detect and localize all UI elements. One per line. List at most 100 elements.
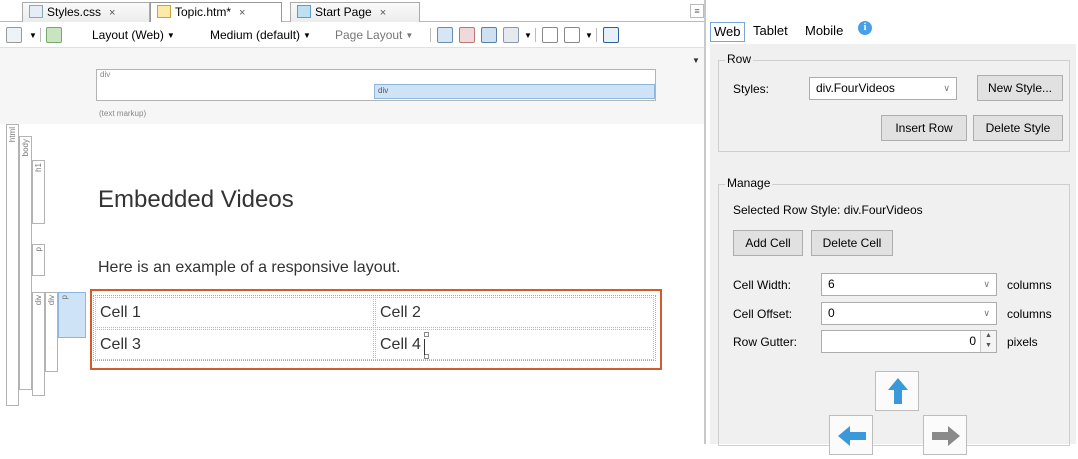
cell-offset-value: 0 bbox=[828, 306, 835, 320]
tag-bar-body[interactable]: body bbox=[19, 136, 32, 390]
tag-bar-h1[interactable]: h1 bbox=[32, 160, 45, 224]
manage-group-title: Manage bbox=[725, 176, 773, 190]
text-box-icon[interactable] bbox=[542, 27, 558, 43]
cell-offset-unit: columns bbox=[1007, 307, 1052, 321]
preview-icon[interactable] bbox=[6, 27, 22, 43]
structure-bar-outer-div[interactable]: div div bbox=[96, 69, 656, 101]
tag-bar-p-selected[interactable]: p bbox=[58, 292, 86, 338]
toolbar-separator bbox=[596, 28, 597, 42]
spinner-buttons[interactable]: ▲ ▼ bbox=[980, 331, 996, 352]
arrow-right-icon bbox=[932, 426, 960, 446]
selected-row-style-text: Selected Row Style: div.FourVideos bbox=[733, 203, 923, 217]
cell-offset-select[interactable]: 0 ∨ bbox=[821, 302, 997, 325]
close-icon[interactable]: × bbox=[109, 7, 115, 19]
medium-dropdown-label: Medium (default) bbox=[210, 28, 301, 42]
move-cell-right-button[interactable] bbox=[923, 415, 967, 455]
manage-group: Manage Selected Row Style: div.FourVideo… bbox=[718, 176, 1070, 455]
tab-list-menu-icon[interactable]: ≡ bbox=[690, 4, 704, 18]
tab-start-page[interactable]: Start Page × bbox=[290, 2, 420, 22]
chevron-down-icon: ∨ bbox=[983, 308, 990, 318]
row-gutter-unit: pixels bbox=[1007, 335, 1038, 349]
show-markers-icon[interactable] bbox=[481, 27, 497, 43]
show-dropdown-arrow[interactable]: ▼ bbox=[521, 27, 532, 44]
layout-dropdown-label: Layout (Web) bbox=[92, 28, 164, 42]
layout-cell[interactable]: Cell 1 bbox=[95, 297, 374, 328]
spin-up-icon[interactable]: ▲ bbox=[981, 331, 996, 341]
info-icon[interactable]: i bbox=[858, 21, 872, 35]
layout-cell[interactable]: Cell 4 bbox=[375, 329, 654, 360]
new-style-button[interactable]: New Style... bbox=[977, 75, 1063, 101]
tag-bar-label: body bbox=[21, 139, 30, 157]
toolbar-separator bbox=[40, 28, 41, 42]
tag-bar-div-inner[interactable]: div bbox=[45, 292, 58, 372]
spin-down-icon[interactable]: ▼ bbox=[981, 341, 996, 351]
info-panel-icon[interactable] bbox=[603, 27, 619, 43]
structure-bar-label: div bbox=[100, 70, 111, 79]
page-layout-dropdown[interactable]: Page Layout ▼ bbox=[335, 27, 413, 44]
layout-dropdown[interactable]: Layout (Web) ▼ bbox=[92, 27, 175, 44]
move-cell-up-button[interactable] bbox=[875, 371, 919, 411]
layout-cell[interactable]: Cell 2 bbox=[375, 297, 654, 328]
tab-web[interactable]: Web bbox=[710, 22, 745, 42]
styles-select[interactable]: div.FourVideos ∨ bbox=[809, 77, 957, 100]
responsive-row[interactable]: Cell 1 Cell 2 Cell 3 Cell 4 bbox=[93, 295, 656, 361]
editor-pane: Styles.css × Topic.htm* × Start Page × ≡ ▼ … bbox=[0, 0, 706, 444]
tag-bar-label: p bbox=[34, 247, 43, 252]
chevron-down-icon: ∨ bbox=[983, 279, 990, 289]
close-icon[interactable]: × bbox=[239, 7, 245, 19]
delete-style-button[interactable]: Delete Style bbox=[973, 115, 1063, 141]
paragraph-text[interactable]: Here is an example of a responsive layou… bbox=[98, 259, 400, 277]
tag-bar-label: p bbox=[60, 295, 69, 300]
row-gutter-value: 0 bbox=[969, 334, 976, 348]
text-markup-label: (text markup) bbox=[99, 109, 147, 118]
start-page-icon bbox=[297, 5, 311, 18]
tag-bar-p[interactable]: p bbox=[32, 244, 45, 276]
row-group-title: Row bbox=[725, 52, 754, 66]
page-layout-label: Page Layout bbox=[335, 28, 403, 42]
medium-dropdown[interactable]: Medium (default) ▼ bbox=[210, 27, 311, 44]
cell-width-select[interactable]: 6 ∨ bbox=[821, 273, 997, 296]
tab-label: Styles.css bbox=[47, 5, 102, 19]
delete-cell-button[interactable]: Delete Cell bbox=[811, 230, 893, 256]
cell-width-unit: columns bbox=[1007, 278, 1052, 292]
add-cell-button[interactable]: Add Cell bbox=[733, 230, 803, 256]
text-cursor bbox=[424, 339, 425, 355]
layout-cell[interactable]: Cell 3 bbox=[95, 329, 374, 360]
tag-bar-label: h1 bbox=[34, 163, 43, 172]
preview-dropdown-arrow[interactable]: ▼ bbox=[26, 27, 37, 44]
cell-offset-label: Cell Offset: bbox=[733, 307, 793, 321]
show-blocks-icon[interactable] bbox=[459, 27, 475, 43]
tab-tablet[interactable]: Tablet bbox=[750, 22, 791, 42]
html-file-icon bbox=[157, 5, 171, 18]
overflow-arrow-icon[interactable]: ▼ bbox=[692, 56, 700, 65]
row-group: Row Styles: div.FourVideos ∨ New Style..… bbox=[718, 52, 1070, 152]
tag-bar-div-outer[interactable]: div bbox=[32, 292, 45, 396]
stamp-icon[interactable] bbox=[46, 27, 62, 43]
insert-dropdown-arrow[interactable]: ▼ bbox=[582, 27, 593, 44]
tab-label: Topic.htm* bbox=[175, 5, 232, 19]
structure-bar-inner-div[interactable]: div bbox=[374, 84, 655, 99]
close-icon[interactable]: × bbox=[380, 7, 386, 19]
move-cell-left-button[interactable] bbox=[829, 415, 873, 455]
cell-width-value: 6 bbox=[828, 277, 835, 291]
tag-bar-html[interactable]: html bbox=[6, 124, 19, 406]
show-tags-icon[interactable] bbox=[437, 27, 453, 43]
resize-handle[interactable] bbox=[424, 332, 429, 337]
tab-mobile[interactable]: Mobile bbox=[802, 22, 846, 42]
editor-toolbar: ▼ Layout (Web) ▼ Medium (default) ▼ Page L… bbox=[0, 22, 706, 48]
arrow-up-icon bbox=[888, 378, 908, 404]
page-heading[interactable]: Embedded Videos bbox=[98, 186, 294, 214]
styles-label: Styles: bbox=[733, 82, 770, 96]
structure-bar-label: div bbox=[378, 86, 389, 95]
tab-label: Start Page bbox=[315, 5, 372, 19]
row-gutter-spinner[interactable]: 0 ▲ ▼ bbox=[821, 330, 997, 353]
insert-row-button[interactable]: Insert Row bbox=[881, 115, 967, 141]
medium-tabs: Web Tablet Mobile i bbox=[706, 0, 1078, 46]
show-changes-icon[interactable] bbox=[503, 27, 519, 43]
chevron-down-icon: ∨ bbox=[943, 83, 950, 93]
tab-styles-css[interactable]: Styles.css × bbox=[22, 2, 150, 22]
variable-icon[interactable] bbox=[564, 27, 580, 43]
cell-width-label: Cell Width: bbox=[733, 278, 792, 292]
tab-topic-htm[interactable]: Topic.htm* × bbox=[150, 2, 282, 23]
document-canvas[interactable] bbox=[86, 124, 706, 444]
